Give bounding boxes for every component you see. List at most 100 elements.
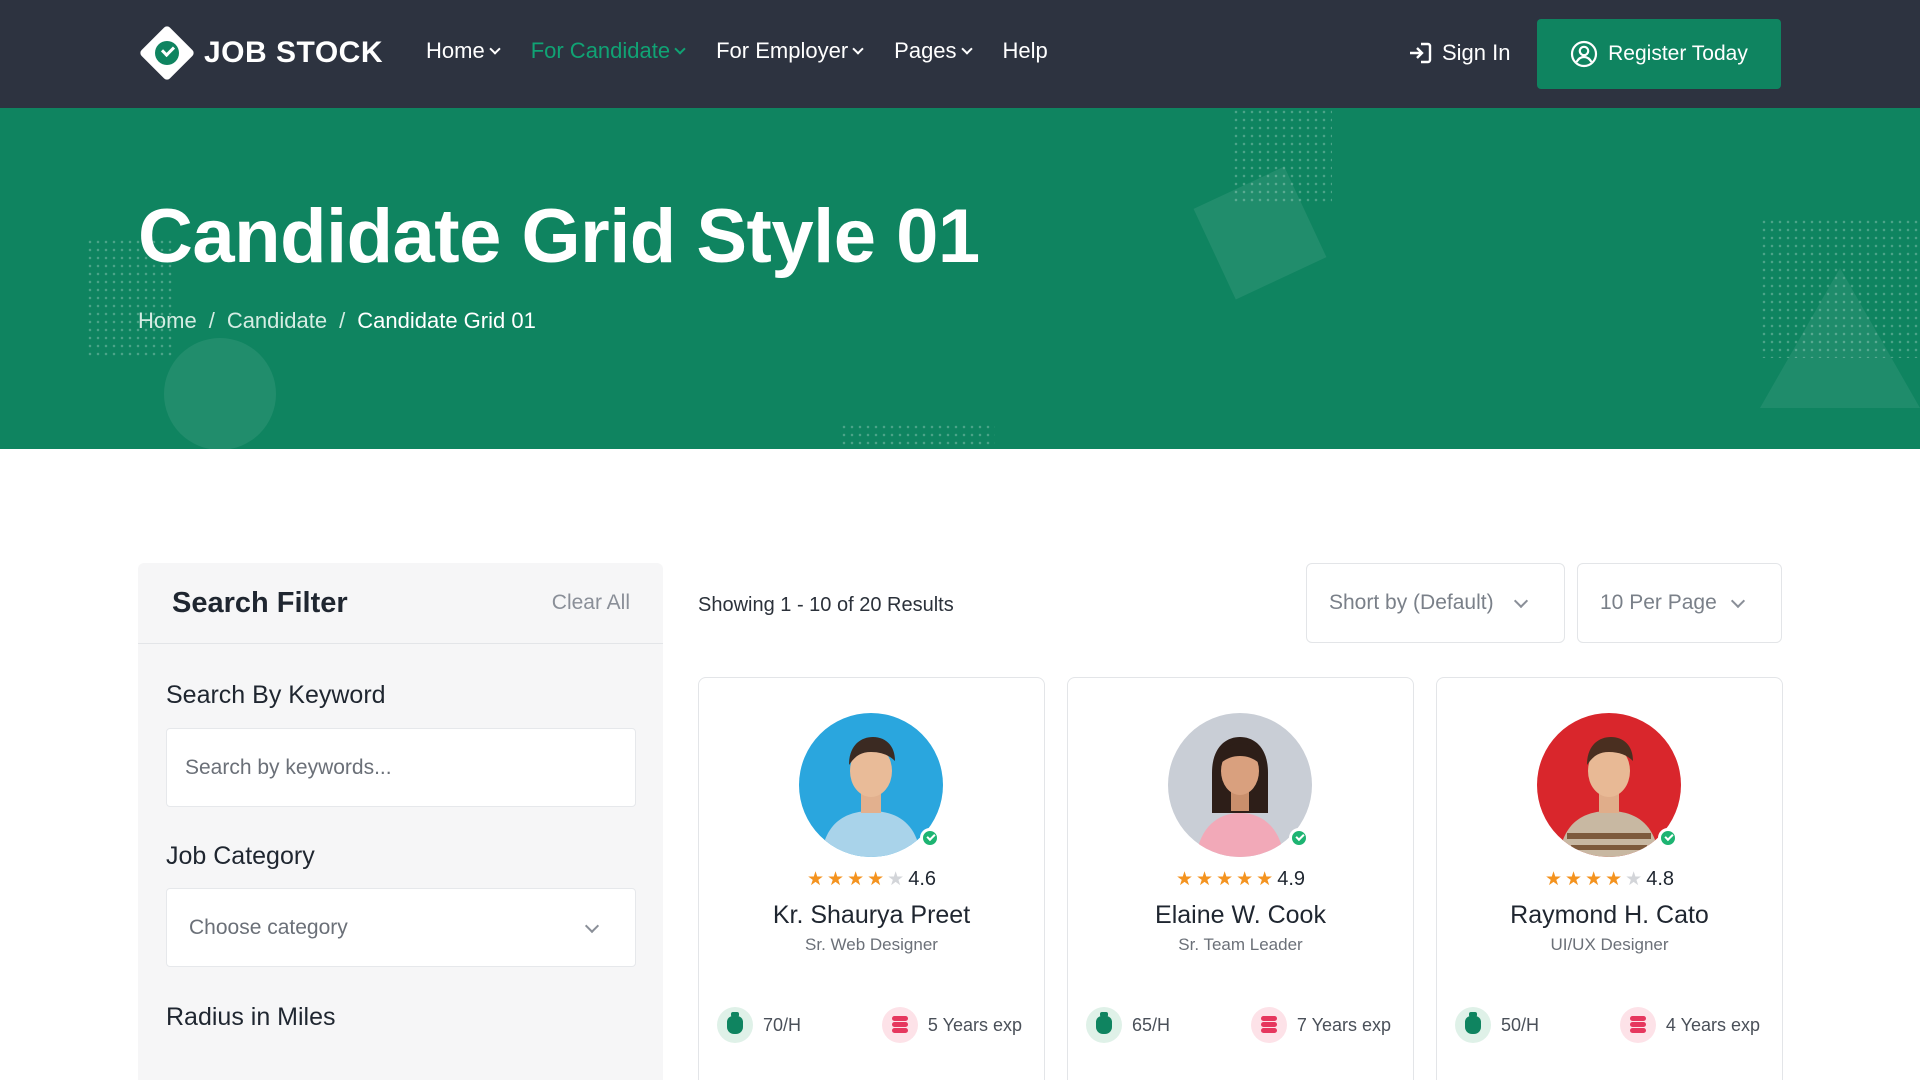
signin-label: Sign In	[1442, 40, 1511, 65]
rating-value: 4.8	[1646, 868, 1675, 890]
money-bag-icon	[717, 1007, 753, 1043]
nav-item-help[interactable]: Help	[1003, 38, 1048, 64]
candidate-name[interactable]: Elaine W. Cook	[1068, 901, 1413, 930]
sort-value: Short by (Default)	[1329, 591, 1494, 614]
breadcrumb-current: Candidate Grid 01	[357, 308, 536, 333]
chevron-down-icon	[489, 43, 501, 55]
site-header: JOB STOCK Home For Candidate For Employe…	[0, 0, 1920, 108]
candidate-rating: ★ ★ ★ ★ ★ 4.8	[1437, 868, 1782, 891]
star-icon: ★	[1196, 869, 1214, 890]
star-icon: ★	[1605, 869, 1623, 890]
star-icon: ★	[1216, 869, 1234, 890]
candidate-card[interactable]: ★ ★ ★ ★ ★ 4.8 Raymond H. Cato UI/UX Desi…	[1436, 677, 1783, 1080]
rate-value: 65/H	[1132, 1014, 1171, 1035]
candidate-meta: 70/H 5 Years exp	[717, 1007, 1022, 1043]
experience: 7 Years exp	[1250, 1007, 1391, 1043]
results-count: Showing 1 - 10 of 20 Results	[698, 594, 954, 616]
experience-value: 5 Years exp	[927, 1014, 1022, 1035]
nav-item-for-employer[interactable]: For Employer	[716, 38, 864, 64]
star-icon: ★	[1625, 869, 1643, 890]
nav-label: For Employer	[716, 38, 849, 63]
candidate-meta: 65/H 7 Years exp	[1086, 1007, 1391, 1043]
radius-label: Radius in Miles	[166, 1003, 336, 1031]
chevron-down-icon	[1513, 593, 1529, 609]
coins-icon	[1619, 1007, 1656, 1043]
nav-item-pages[interactable]: Pages	[894, 38, 973, 64]
register-button[interactable]: Register Today	[1537, 19, 1781, 89]
decor-triangle	[1760, 268, 1920, 408]
per-page-dropdown[interactable]: 10 Per Page	[1577, 563, 1782, 643]
search-filter-panel: Search Filter Clear All Search By Keywor…	[138, 563, 663, 1080]
sort-dropdown[interactable]: Short by (Default)	[1306, 563, 1565, 643]
site-logo[interactable]: JOB STOCK	[138, 24, 383, 82]
verified-badge-icon	[1289, 828, 1309, 848]
nav-item-for-candidate[interactable]: For Candidate	[530, 38, 686, 64]
rating-stars: ★ ★ ★ ★ ★	[1545, 870, 1642, 889]
candidate-card[interactable]: ★ ★ ★ ★ ★ 4.6 Kr. Shaurya Preet Sr. Web …	[698, 677, 1045, 1080]
star-icon: ★	[1585, 869, 1603, 890]
hourly-rate: 50/H	[1455, 1007, 1539, 1043]
coins-icon	[881, 1007, 918, 1043]
category-select-value: Choose category	[189, 915, 348, 939]
candidate-role: Sr. Web Designer	[805, 935, 938, 954]
logo-icon	[138, 24, 196, 82]
breadcrumb: Home / Candidate / Candidate Grid 01	[138, 308, 536, 334]
sign-in-icon	[1408, 42, 1432, 64]
chevron-down-icon	[852, 43, 864, 55]
nav-item-home[interactable]: Home	[426, 38, 501, 64]
candidate-card[interactable]: ★ ★ ★ ★ ★ 4.9 Elaine W. Cook Sr. Team Le…	[1067, 677, 1414, 1080]
star-icon: ★	[827, 869, 845, 890]
nav-label: For Candidate	[530, 38, 671, 63]
star-icon: ★	[1256, 869, 1274, 890]
candidate-name[interactable]: Kr. Shaurya Preet	[699, 901, 1044, 930]
candidate-rating: ★ ★ ★ ★ ★ 4.9	[1068, 868, 1413, 891]
candidate-role: Sr. Team Leader	[1178, 935, 1303, 954]
nav-label: Help	[1002, 38, 1048, 63]
star-icon: ★	[1544, 869, 1563, 890]
money-bag-icon	[1086, 1007, 1122, 1043]
experience-value: 4 Years exp	[1665, 1014, 1760, 1035]
chevron-down-icon	[584, 918, 600, 933]
filter-header: Search Filter Clear All	[138, 563, 663, 644]
money-bag-icon	[1455, 1007, 1491, 1043]
page-hero: Candidate Grid Style 01 Home / Candidate…	[0, 108, 1920, 449]
category-select[interactable]: Choose category	[166, 888, 636, 967]
keyword-label: Search By Keyword	[166, 681, 386, 709]
star-icon: ★	[887, 869, 905, 890]
star-icon: ★	[1565, 869, 1583, 890]
rating-stars: ★ ★ ★ ★ ★	[807, 870, 904, 889]
rating-value: 4.9	[1277, 868, 1306, 890]
clear-all-link[interactable]: Clear All	[552, 591, 630, 615]
user-circle-icon	[1571, 40, 1598, 68]
candidate-meta: 50/H 4 Years exp	[1455, 1007, 1760, 1043]
breadcrumb-home[interactable]: Home	[138, 308, 197, 334]
star-icon: ★	[847, 869, 865, 890]
hourly-rate: 70/H	[717, 1007, 801, 1043]
chevron-down-icon	[674, 43, 686, 55]
candidate-name[interactable]: Raymond H. Cato	[1437, 901, 1782, 930]
breadcrumb-candidate[interactable]: Candidate	[227, 308, 327, 334]
filter-title: Search Filter	[172, 586, 348, 619]
decor-circle	[164, 338, 276, 449]
star-icon: ★	[806, 869, 825, 890]
chevron-down-icon	[960, 43, 973, 55]
nav-label: Pages	[894, 38, 957, 63]
rating-value: 4.6	[908, 868, 937, 890]
chevron-down-icon	[1730, 593, 1746, 609]
rate-value: 70/H	[763, 1014, 802, 1035]
breadcrumb-separator: /	[339, 308, 346, 333]
brand-name: JOB STOCK	[204, 36, 383, 69]
candidate-rating: ★ ★ ★ ★ ★ 4.6	[699, 868, 1044, 891]
candidate-role: UI/UX Designer	[1550, 935, 1669, 954]
experience: 4 Years exp	[1619, 1007, 1760, 1043]
star-icon: ★	[867, 869, 885, 890]
keyword-search-input[interactable]	[166, 728, 636, 807]
register-label: Register Today	[1608, 42, 1748, 65]
page-title: Candidate Grid Style 01	[138, 194, 980, 279]
verified-badge-icon	[1658, 828, 1678, 848]
main-nav: Home For Candidate For Employer Pages He…	[426, 38, 1048, 64]
verified-badge-icon	[920, 828, 940, 848]
decor-dots	[840, 423, 995, 449]
signin-link[interactable]: Sign In	[1408, 40, 1511, 66]
star-icon: ★	[1175, 869, 1194, 890]
